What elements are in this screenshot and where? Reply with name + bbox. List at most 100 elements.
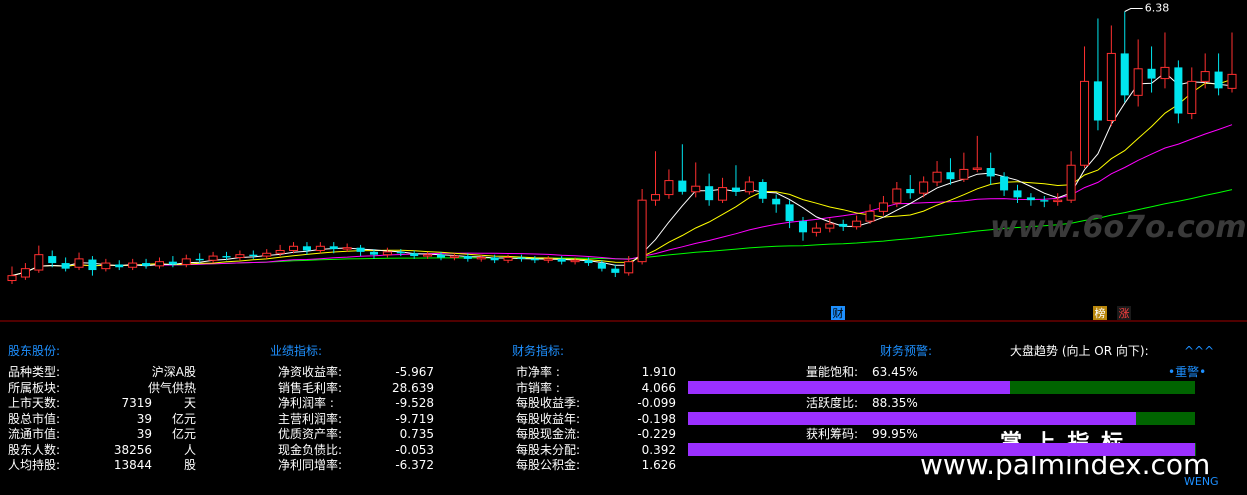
shareholder-label: 股总市值: — [8, 411, 61, 426]
shareholder-value: 13844 — [113, 458, 152, 472]
high-price-pointer — [1124, 7, 1143, 12]
ma5-line — [11, 72, 1233, 277]
shareholder-value: 39 — [136, 411, 152, 426]
performance-label: 销售毛利率: — [278, 380, 343, 395]
candle-body — [1080, 80, 1090, 166]
candle-body — [543, 258, 553, 261]
shareholder-value: 供气供热 — [147, 380, 196, 395]
candle-body — [101, 262, 111, 270]
candle-body — [20, 268, 30, 278]
shareholder-unit: 天 — [184, 396, 197, 410]
candle-body — [825, 223, 835, 229]
warning-value: 63.45% — [872, 365, 918, 379]
warning-label: 活跃度比: — [806, 396, 859, 410]
financial-label: 市净率 : — [516, 365, 560, 379]
candle-body — [154, 261, 164, 267]
performance-label: 优质资产率: — [278, 427, 343, 441]
candle-body — [168, 261, 177, 265]
candle-body — [1227, 73, 1237, 89]
shareholder-value: 39 — [136, 427, 152, 441]
candle-body — [932, 171, 942, 183]
marker-label: 榜 — [1095, 306, 1106, 320]
candle-body — [48, 256, 57, 264]
financial-label: 每股收益年: — [516, 411, 581, 426]
performance-value: -6.372 — [395, 458, 434, 472]
candle-body — [744, 181, 754, 193]
performance-value: 28.639 — [392, 380, 434, 395]
performance-label: 净资收益率: — [278, 365, 343, 379]
candle-body — [342, 247, 352, 250]
financial-value: -0.229 — [637, 427, 676, 441]
candle-body — [839, 223, 848, 227]
candle-body — [329, 246, 338, 250]
candle-body — [249, 254, 258, 257]
warning-label: 量能饱和: — [806, 365, 859, 379]
candle-body — [584, 260, 593, 264]
candle-body — [705, 186, 714, 201]
financial-value: 1.910 — [641, 365, 676, 379]
candle-body — [678, 180, 687, 192]
candlestick-chart: 6.38 财 榜涨 — [0, 1, 1247, 322]
candle-body — [302, 246, 311, 251]
market-trend-value: ^^^ — [1184, 344, 1215, 358]
shareholder-label: 股东人数: — [8, 442, 61, 457]
candle-body — [691, 185, 701, 193]
financial-label: 市销率 : — [516, 380, 560, 395]
candle-body — [852, 220, 862, 228]
candle-body — [1133, 68, 1143, 96]
candle-body — [128, 262, 138, 268]
candle-body — [382, 251, 392, 256]
candle-body — [530, 258, 539, 261]
financial-value: 0.392 — [641, 442, 676, 457]
candle-body — [208, 255, 218, 261]
candle-body — [1147, 68, 1156, 79]
candle-body — [597, 263, 606, 269]
candle-body — [34, 254, 44, 271]
warning-bar — [688, 412, 1195, 425]
candle-body — [142, 263, 151, 266]
candle-body — [436, 254, 446, 258]
candle-body — [1120, 53, 1129, 96]
candle-body — [570, 259, 580, 263]
candle-body — [878, 202, 888, 212]
marker-label: 财 — [833, 306, 844, 320]
candle-body — [449, 255, 459, 258]
warning-label: 获利筹码: — [806, 427, 859, 441]
candle-body — [476, 256, 486, 260]
shareholder-unit: 股 — [184, 458, 197, 472]
shareholder-label: 人均持股: — [8, 458, 61, 472]
candle-body — [650, 194, 661, 201]
shareholder-label: 品种类型: — [8, 365, 61, 379]
shareholder-unit: 亿元 — [172, 427, 197, 441]
candle-body — [503, 256, 513, 261]
warning-bar-rest — [1135, 412, 1195, 425]
warning-bar-fill — [688, 443, 1195, 456]
section-title-warning: 财务预警: — [880, 344, 933, 358]
candle-body — [1066, 164, 1076, 201]
candle-body — [865, 210, 875, 222]
candle-body — [315, 245, 325, 251]
candle-body — [811, 227, 821, 233]
performance-value: -9.528 — [395, 396, 434, 410]
candle-body — [959, 168, 969, 180]
candle-body — [772, 198, 781, 205]
financial-value: 1.626 — [641, 458, 676, 472]
candle-body — [731, 187, 740, 192]
performance-value: -5.967 — [395, 365, 434, 379]
shareholder-value: 38256 — [113, 442, 152, 457]
candle-body — [798, 221, 808, 233]
financial-label: 每股未分配: — [516, 442, 581, 457]
candle-body — [1200, 71, 1210, 82]
financial-label: 每股现金流: — [516, 427, 581, 441]
candle-body — [624, 261, 634, 274]
candle-body — [115, 264, 124, 268]
candle-body — [919, 181, 929, 194]
section-title-performance: 业绩指标: — [270, 344, 323, 358]
candle-body — [7, 275, 17, 282]
candle-body — [1040, 200, 1049, 202]
candle-body — [235, 254, 245, 258]
warning-bar — [688, 381, 1195, 394]
performance-label: 主营利润率: — [278, 411, 343, 426]
financial-value: 4.066 — [641, 380, 676, 395]
financial-value: -0.099 — [637, 396, 676, 410]
